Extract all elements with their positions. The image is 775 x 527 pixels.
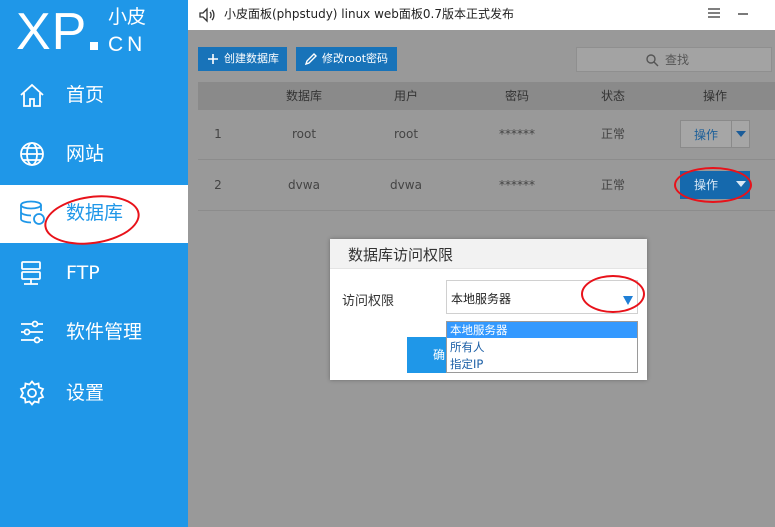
- window-title: 小皮面板(phpstudy) linux web面板0.7版本正式发布: [224, 7, 514, 21]
- sidebar-item-settings[interactable]: 设置: [0, 365, 188, 423]
- sidebar-item-label: 设置: [66, 382, 105, 404]
- row-password: ******: [499, 178, 535, 192]
- row-index: 2: [214, 178, 222, 192]
- sidebar: XP 小皮 CN 首页 网站 数据库 FTP 软件管理 设置: [0, 0, 188, 527]
- sidebar-item-label: 软件管理: [66, 321, 143, 343]
- create-database-button[interactable]: 创建数据库: [198, 47, 287, 71]
- search-icon: [646, 54, 659, 67]
- sidebar-item-home[interactable]: 首页: [0, 67, 188, 125]
- row-status: 正常: [600, 178, 626, 192]
- title-bar: 小皮面板(phpstudy) linux web面板0.7版本正式发布: [188, 0, 775, 30]
- option-specified-ip[interactable]: 指定IP: [447, 356, 637, 372]
- sidebar-item-software[interactable]: 软件管理: [0, 304, 188, 362]
- pencil-icon: [304, 53, 317, 66]
- access-permission-label: 访问权限: [342, 294, 395, 309]
- access-permission-dialog: 数据库访问权限 访问权限 本地服务器 确 本地服务器 所有人 指定IP: [330, 239, 647, 380]
- row-user: root: [393, 127, 419, 141]
- action-toggle[interactable]: [732, 171, 750, 199]
- sidebar-item-label: 网站: [66, 143, 105, 165]
- dialog-header: 数据库访问权限: [330, 239, 647, 269]
- gear-icon: [19, 380, 45, 406]
- row-database: root: [291, 127, 317, 141]
- sidebar-item-database[interactable]: 数据库: [0, 185, 188, 243]
- select-value: 本地服务器: [451, 292, 512, 306]
- caret-down-icon: [736, 181, 746, 187]
- sliders-icon: [21, 320, 43, 344]
- logo-dot: [90, 42, 98, 50]
- action-dropdown-button[interactable]: 操作: [680, 171, 750, 199]
- search-input[interactable]: 查找: [576, 47, 772, 72]
- speaker-icon: [199, 7, 215, 23]
- sidebar-item-label: FTP: [66, 262, 100, 284]
- access-permission-options: 本地服务器 所有人 指定IP: [446, 321, 638, 373]
- search-placeholder: 查找: [665, 53, 690, 67]
- table-row: 1 root root ****** 正常 操作: [198, 110, 775, 160]
- sidebar-item-website[interactable]: 网站: [0, 126, 188, 184]
- row-status: 正常: [600, 127, 626, 141]
- logo-brand: XP: [16, 3, 88, 61]
- home-icon: [20, 83, 44, 107]
- logo-cn-suffix: CN: [108, 33, 147, 56]
- logo: XP 小皮 CN: [16, 0, 188, 64]
- row-user: dvwa: [390, 178, 422, 192]
- sidebar-item-label: 首页: [66, 84, 105, 106]
- action-button[interactable]: 操作: [680, 120, 732, 148]
- menu-icon[interactable]: [707, 6, 721, 20]
- column-header-password: 密码: [504, 89, 530, 103]
- change-root-password-label: 修改root密码: [322, 52, 389, 65]
- confirm-button[interactable]: 确: [407, 337, 446, 373]
- minimize-icon[interactable]: [736, 6, 750, 20]
- sidebar-item-ftp[interactable]: FTP: [0, 245, 188, 303]
- action-dropdown-button[interactable]: 操作: [680, 120, 750, 148]
- database-icon: [20, 200, 45, 225]
- row-index: 1: [214, 127, 222, 141]
- ftp-server-icon: [21, 261, 41, 285]
- action-toggle[interactable]: [732, 120, 750, 148]
- row-database: dvwa: [288, 178, 320, 192]
- caret-down-icon: [736, 131, 746, 137]
- access-permission-select[interactable]: 本地服务器: [446, 280, 638, 314]
- dialog-title: 数据库访问权限: [348, 246, 454, 264]
- caret-down-icon[interactable]: [623, 296, 633, 305]
- row-password: ******: [499, 127, 535, 141]
- plus-icon: [208, 54, 218, 64]
- column-header-status: 状态: [600, 89, 626, 103]
- table-header: 数据库 用户 密码 状态 操作: [198, 82, 775, 110]
- option-local-server[interactable]: 本地服务器: [447, 322, 637, 338]
- change-root-password-button[interactable]: 修改root密码: [296, 47, 397, 71]
- sidebar-item-label: 数据库: [66, 202, 124, 224]
- globe-icon: [20, 142, 44, 166]
- column-header-action: 操作: [702, 89, 728, 103]
- action-button[interactable]: 操作: [680, 171, 732, 199]
- option-everyone[interactable]: 所有人: [447, 339, 637, 355]
- column-header-user: 用户: [393, 89, 419, 103]
- column-header-database: 数据库: [285, 89, 323, 103]
- table-row: 2 dvwa dvwa ****** 正常 操作: [198, 161, 775, 211]
- create-database-label: 创建数据库: [224, 52, 279, 65]
- logo-cn-text: 小皮: [108, 6, 147, 28]
